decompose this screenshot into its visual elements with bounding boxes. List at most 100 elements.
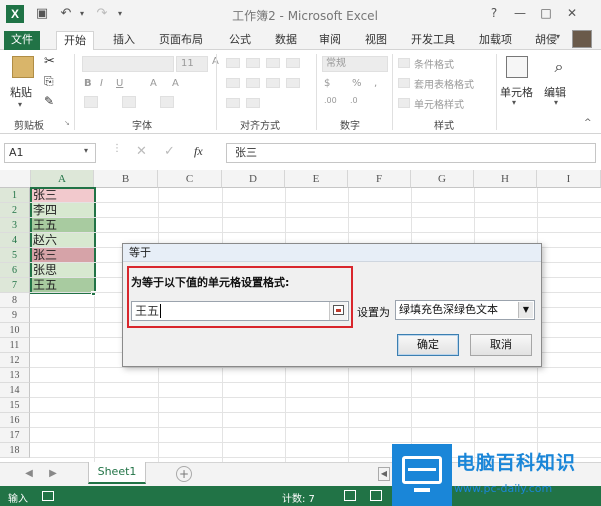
tab-developer[interactable]: 开发工具 — [404, 31, 462, 50]
comma-style-icon[interactable]: , — [374, 78, 377, 89]
column-header-h[interactable]: H — [474, 170, 537, 188]
italic-icon[interactable]: I — [100, 78, 103, 89]
tab-data[interactable]: 数据 — [268, 31, 304, 50]
accounting-format-icon[interactable]: $ — [324, 78, 330, 89]
row-header-7[interactable]: 7 — [0, 278, 30, 293]
row-header-8[interactable]: 8 — [0, 293, 30, 308]
align-left-icon[interactable] — [226, 78, 240, 88]
bold-icon[interactable]: B — [84, 78, 92, 89]
row-header-2[interactable]: 2 — [0, 203, 30, 218]
row-header-15[interactable]: 15 — [0, 398, 30, 413]
column-header-f[interactable]: F — [348, 170, 411, 188]
undo-icon[interactable]: ↶ — [58, 6, 74, 22]
grow-font-size-icon[interactable]: A — [150, 78, 157, 89]
paste-dropdown-icon[interactable]: ▾ — [18, 100, 22, 109]
chevron-down-icon[interactable]: ▼ — [518, 302, 533, 318]
add-sheet-button[interactable]: + — [176, 466, 192, 482]
increase-indent-icon[interactable] — [246, 98, 260, 108]
conditional-formatting-icon[interactable] — [398, 58, 410, 68]
find-select-icon[interactable]: ⌕ — [548, 56, 570, 78]
font-name-select[interactable] — [82, 56, 174, 72]
wrap-text-icon[interactable] — [286, 58, 300, 68]
row-header-18[interactable]: 18 — [0, 443, 30, 458]
font-size-select[interactable]: 11 — [176, 56, 208, 72]
collapse-ribbon-icon[interactable]: ^ — [584, 118, 592, 128]
row-header-10[interactable]: 10 — [0, 323, 30, 338]
row-header-12[interactable]: 12 — [0, 353, 30, 368]
column-header-c[interactable]: C — [158, 170, 222, 188]
editing-dropdown-icon[interactable]: ▾ — [554, 98, 558, 107]
cancel-entry-icon[interactable]: ✕ — [136, 144, 147, 159]
row-header-3[interactable]: 3 — [0, 218, 30, 233]
align-right-icon[interactable] — [266, 78, 280, 88]
value-input[interactable]: 王五 — [131, 301, 349, 321]
row-header-16[interactable]: 16 — [0, 413, 30, 428]
restore-button[interactable]: □ — [536, 4, 556, 22]
row-header-13[interactable]: 13 — [0, 368, 30, 383]
cells-dropdown-icon[interactable]: ▾ — [512, 98, 516, 107]
customize-qat-icon[interactable]: ▾ — [112, 6, 128, 22]
tab-file[interactable]: 文件 — [4, 31, 40, 50]
format-painter-icon[interactable]: ✎ — [44, 94, 54, 108]
column-header-i[interactable]: I — [537, 170, 601, 188]
column-header-a[interactable]: A — [31, 170, 94, 188]
tab-home[interactable]: 开始 — [56, 31, 94, 50]
help-button[interactable]: ? — [484, 4, 504, 22]
sheet-tab-sheet1[interactable]: Sheet1 — [88, 462, 146, 484]
shrink-font-icon[interactable]: A — [172, 78, 179, 89]
formula-input[interactable]: 张三 — [226, 143, 596, 163]
ok-button[interactable]: 确定 — [397, 334, 459, 356]
prev-sheet-icon[interactable]: ◀ — [22, 467, 36, 481]
font-color-icon[interactable] — [160, 96, 174, 108]
copy-icon[interactable]: ⎘ — [44, 74, 54, 89]
tab-view[interactable]: 视图 — [358, 31, 394, 50]
align-center-icon[interactable] — [246, 78, 260, 88]
undo-dropdown-icon[interactable]: ▾ — [74, 6, 90, 22]
macro-record-icon[interactable] — [42, 491, 54, 501]
cells-button[interactable]: 单元格 — [500, 84, 533, 100]
select-all-corner[interactable] — [0, 170, 31, 188]
cell-styles-button[interactable]: 单元格样式 — [414, 96, 464, 111]
format-select[interactable]: 绿填充色深绿色文本 ▼ — [395, 300, 535, 320]
align-top-icon[interactable] — [226, 58, 240, 68]
row-header-4[interactable]: 4 — [0, 233, 30, 248]
tab-review[interactable]: 审阅 — [312, 31, 348, 50]
cells-icon[interactable] — [506, 56, 528, 78]
number-format-select[interactable]: 常规 — [322, 56, 388, 72]
conditional-formatting-button[interactable]: 条件格式 — [414, 56, 454, 71]
row-header-1[interactable]: 1 — [0, 188, 30, 203]
format-as-table-icon[interactable] — [398, 78, 410, 88]
fill-color-icon[interactable] — [122, 96, 136, 108]
cut-icon[interactable]: ✂ — [44, 54, 55, 69]
column-header-g[interactable]: G — [411, 170, 474, 188]
next-sheet-icon[interactable]: ▶ — [46, 467, 60, 481]
user-dropdown-icon[interactable]: ▾ — [556, 32, 560, 41]
column-header-b[interactable]: B — [94, 170, 158, 188]
tab-insert[interactable]: 插入 — [106, 31, 142, 50]
paste-label[interactable]: 粘贴 — [10, 84, 32, 100]
tab-page-layout[interactable]: 页面布局 — [152, 31, 210, 50]
minimize-button[interactable]: — — [510, 4, 530, 22]
cell-styles-icon[interactable] — [398, 98, 410, 108]
redo-icon[interactable]: ↷ — [94, 6, 110, 22]
hscroll-left-icon[interactable]: ◀ — [378, 467, 390, 481]
underline-icon[interactable]: U — [116, 78, 123, 89]
row-header-17[interactable]: 17 — [0, 428, 30, 443]
column-header-e[interactable]: E — [285, 170, 348, 188]
cancel-button[interactable]: 取消 — [470, 334, 532, 356]
name-box-dropdown-icon[interactable]: ▾ — [84, 146, 88, 155]
increase-decimal-icon[interactable]: .00 — [324, 96, 337, 105]
avatar[interactable] — [572, 30, 592, 48]
enter-entry-icon[interactable]: ✓ — [164, 144, 175, 159]
paste-icon[interactable] — [12, 56, 34, 78]
decrease-indent-icon[interactable] — [226, 98, 240, 108]
tab-addins[interactable]: 加载项 — [472, 31, 519, 50]
align-bottom-icon[interactable] — [266, 58, 280, 68]
row-header-6[interactable]: 6 — [0, 263, 30, 278]
row-header-9[interactable]: 9 — [0, 308, 30, 323]
name-box[interactable]: A1 — [4, 143, 96, 163]
normal-view-icon[interactable] — [344, 490, 356, 501]
page-layout-view-icon[interactable] — [370, 490, 382, 501]
save-icon[interactable]: ▣ — [34, 6, 50, 22]
percent-icon[interactable]: % — [352, 78, 362, 89]
